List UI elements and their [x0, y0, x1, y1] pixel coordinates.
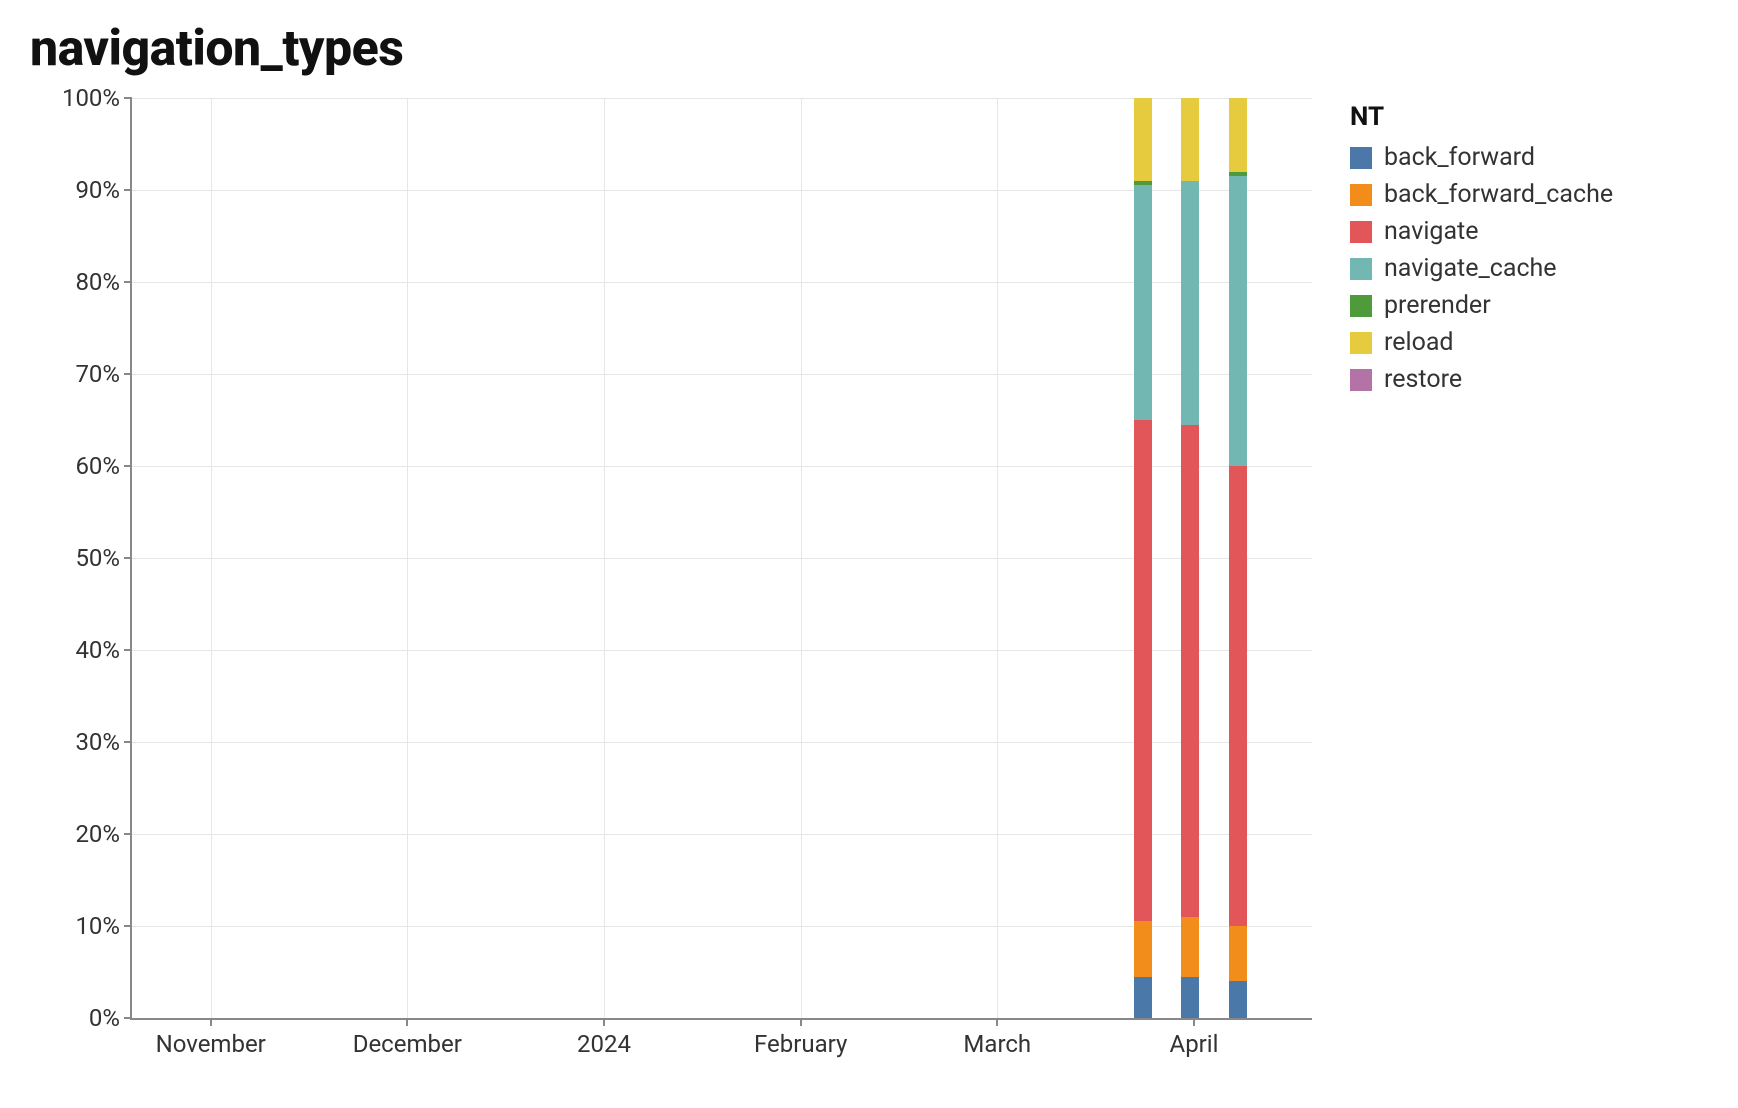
legend-swatch: [1350, 295, 1372, 317]
y-tick-label: 0%: [89, 1004, 120, 1032]
bar-segment-back_forward_cache: [1229, 926, 1247, 981]
gridline-v: [801, 98, 802, 1018]
legend-label: reload: [1384, 325, 1454, 360]
legend-swatch: [1350, 221, 1372, 243]
legend-item-navigate_cache: navigate_cache: [1350, 251, 1613, 286]
y-tick-mark: [124, 189, 132, 191]
y-tick-label: 20%: [75, 820, 120, 848]
y-tick-mark: [124, 649, 132, 651]
plot-area: NovemberDecember2024FebruaryMarchApril: [130, 98, 1312, 1020]
y-tick-mark: [124, 833, 132, 835]
chart-title: navigation_types: [30, 20, 1708, 78]
bar-segment-reload: [1181, 98, 1199, 181]
y-tick-mark: [124, 281, 132, 283]
gridline-v: [211, 98, 212, 1018]
x-tick-label: December: [353, 1030, 462, 1058]
y-tick-label: 50%: [75, 544, 120, 572]
y-tick-label: 100%: [62, 84, 120, 112]
y-axis: 0%10%20%30%40%50%60%70%80%90%100%: [30, 98, 120, 1018]
x-tick-mark: [603, 1018, 605, 1026]
bar-segment-navigate_cache: [1134, 185, 1152, 420]
bar-segment-navigate_cache: [1229, 176, 1247, 466]
legend-title: NT: [1350, 102, 1613, 132]
x-tick-label: February: [754, 1030, 847, 1058]
legend-item-restore: restore: [1350, 362, 1613, 397]
legend-item-back_forward: back_forward: [1350, 140, 1613, 175]
x-tick-label: April: [1170, 1030, 1219, 1058]
bar-group: [1181, 98, 1199, 1018]
y-tick-label: 70%: [75, 360, 120, 388]
y-tick-mark: [124, 741, 132, 743]
legend-item-back_forward_cache: back_forward_cache: [1350, 177, 1613, 212]
legend-swatch: [1350, 184, 1372, 206]
legend-item-prerender: prerender: [1350, 288, 1613, 323]
legend-label: prerender: [1384, 288, 1491, 323]
x-tick-label: November: [156, 1030, 266, 1058]
legend-swatch: [1350, 258, 1372, 280]
gridline-v: [407, 98, 408, 1018]
y-tick-mark: [124, 465, 132, 467]
x-tick-label: 2024: [577, 1030, 631, 1058]
bar-segment-navigate_cache: [1181, 181, 1199, 425]
y-tick-label: 90%: [75, 176, 120, 204]
y-tick-label: 60%: [75, 452, 120, 480]
x-tick-mark: [996, 1018, 998, 1026]
bar-group: [1229, 98, 1247, 1018]
bar-segment-back_forward: [1134, 977, 1152, 1018]
legend-item-reload: reload: [1350, 325, 1613, 360]
legend-label: navigate: [1384, 214, 1478, 249]
bar-segment-back_forward: [1181, 977, 1199, 1018]
y-tick-mark: [124, 925, 132, 927]
y-tick-label: 10%: [75, 912, 120, 940]
y-tick-mark: [124, 373, 132, 375]
bar-group: [1134, 98, 1152, 1018]
legend-swatch: [1350, 369, 1372, 391]
bar-segment-navigate: [1229, 466, 1247, 926]
legend-swatch: [1350, 332, 1372, 354]
bar-segment-back_forward_cache: [1134, 921, 1152, 976]
legend-swatch: [1350, 147, 1372, 169]
y-tick-label: 30%: [75, 728, 120, 756]
legend-item-navigate: navigate: [1350, 214, 1613, 249]
gridline-v: [604, 98, 605, 1018]
x-tick-label: March: [963, 1030, 1031, 1058]
y-tick-mark: [124, 1017, 132, 1019]
gridline-v: [997, 98, 998, 1018]
legend: NT back_forwardback_forward_cachenavigat…: [1350, 98, 1613, 399]
chart-area: 0%10%20%30%40%50%60%70%80%90%100% Novemb…: [30, 98, 1310, 1078]
legend-label: navigate_cache: [1384, 251, 1557, 286]
legend-label: back_forward_cache: [1384, 177, 1613, 212]
bar-segment-navigate: [1181, 425, 1199, 917]
bar-segment-back_forward_cache: [1181, 917, 1199, 977]
bar-segment-reload: [1134, 98, 1152, 181]
legend-label: restore: [1384, 362, 1462, 397]
y-tick-label: 80%: [75, 268, 120, 296]
y-tick-label: 40%: [75, 636, 120, 664]
x-tick-mark: [800, 1018, 802, 1026]
x-tick-mark: [1193, 1018, 1195, 1026]
y-tick-mark: [124, 557, 132, 559]
bar-segment-navigate: [1134, 420, 1152, 921]
x-tick-mark: [406, 1018, 408, 1026]
bar-segment-back_forward: [1229, 981, 1247, 1018]
bar-segment-reload: [1229, 98, 1247, 172]
y-tick-mark: [124, 97, 132, 99]
x-tick-mark: [210, 1018, 212, 1026]
legend-label: back_forward: [1384, 140, 1535, 175]
